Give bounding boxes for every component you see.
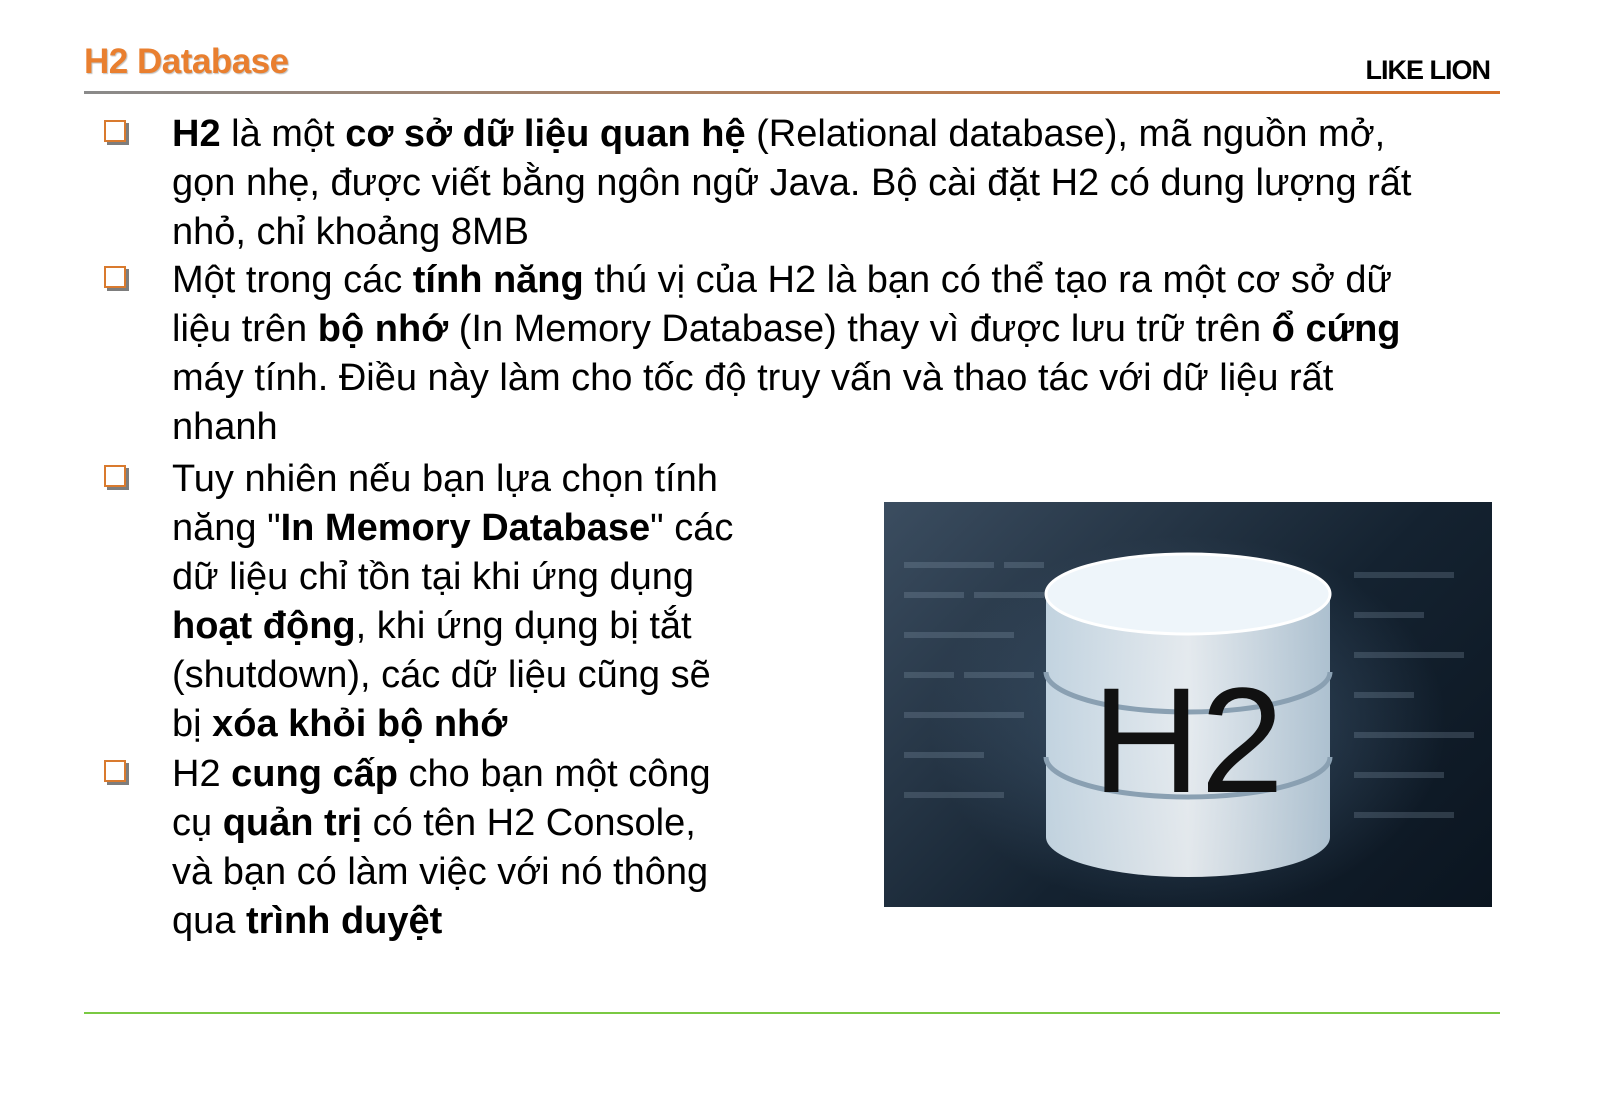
text-run: Một trong các — [172, 259, 413, 301]
database-cylinder-icon: H2 — [904, 552, 1474, 877]
text-run: (Relational database), mã nguồn mở, — [745, 113, 1386, 155]
text-run: máy tính. Điều này làm cho tốc độ truy v… — [172, 357, 1334, 399]
text-run: thú vị của H2 là bạn có thể tạo ra một c… — [583, 259, 1392, 301]
text-run: gọn nhẹ, được viết bằng ngôn ngữ Java. B… — [172, 162, 1412, 204]
bold-text: cơ sở dữ liệu quan hệ — [345, 113, 746, 155]
bold-text: In Memory Database — [280, 507, 651, 549]
bullet-text: H2 cung cấp cho bạn một công cụ quản trị … — [172, 750, 812, 946]
text-run: liệu trên — [172, 308, 318, 350]
bullet-text: Tuy nhiên nếu bạn lựa chọn tính năng "In … — [172, 455, 812, 749]
brand-logo: LIKE LION — [1365, 55, 1491, 85]
text-run: dữ liệu chỉ tồn tại khi ứng dụng — [172, 556, 694, 598]
bold-text: trình duyệt — [245, 900, 443, 942]
text-run: năng " — [172, 507, 281, 549]
footer-divider — [84, 1012, 1500, 1014]
bold-text: quản trị — [222, 802, 363, 844]
text-run: có tên H2 Console, — [362, 802, 696, 844]
header-divider — [84, 91, 1500, 94]
bold-text: H2 — [172, 113, 221, 155]
bullet-checkbox-icon — [104, 120, 126, 142]
bold-text: cung cấp — [231, 753, 398, 795]
h2-label: H2 — [1092, 656, 1284, 824]
text-run: nhỏ, chỉ khoảng 8MB — [172, 211, 530, 253]
text-run: cụ — [172, 802, 223, 844]
text-run: nhanh — [172, 406, 278, 448]
bold-text: ổ cứng — [1271, 308, 1401, 350]
slide-title: H2 Database — [84, 42, 289, 81]
bullet-checkbox-icon — [104, 266, 126, 288]
bullet-text: H2 là một cơ sở dữ liệu quan hệ (Relatio… — [172, 110, 1512, 257]
text-run: " các — [650, 507, 734, 549]
text-run: H2 — [172, 753, 232, 795]
bullet-text: Một trong các tính năng thú vị của H2 là… — [172, 256, 1512, 452]
text-run: bị — [172, 703, 213, 745]
text-run: (shutdown), các dữ liệu cũng sẽ — [172, 654, 711, 696]
bold-text: bộ nhớ — [317, 308, 449, 350]
text-run: cho bạn một công — [397, 753, 711, 795]
bold-text: hoạt động — [172, 605, 356, 647]
text-run: qua — [172, 900, 246, 942]
text-run: , khi ứng dụng bị tắt — [355, 605, 692, 647]
bold-text: xóa khỏi bộ nhớ — [212, 703, 508, 745]
text-run: và bạn có làm việc với nó thông — [172, 851, 709, 893]
h2-database-illustration: H2 — [884, 502, 1492, 907]
bullet-checkbox-icon — [104, 465, 126, 487]
text-run: (In Memory Database) thay vì được lưu tr… — [448, 308, 1272, 350]
bold-text: tính năng — [412, 259, 584, 301]
bullet-checkbox-icon — [104, 760, 126, 782]
text-run: Tuy nhiên nếu bạn lựa chọn tính — [172, 458, 718, 500]
text-run: là một — [220, 113, 346, 155]
